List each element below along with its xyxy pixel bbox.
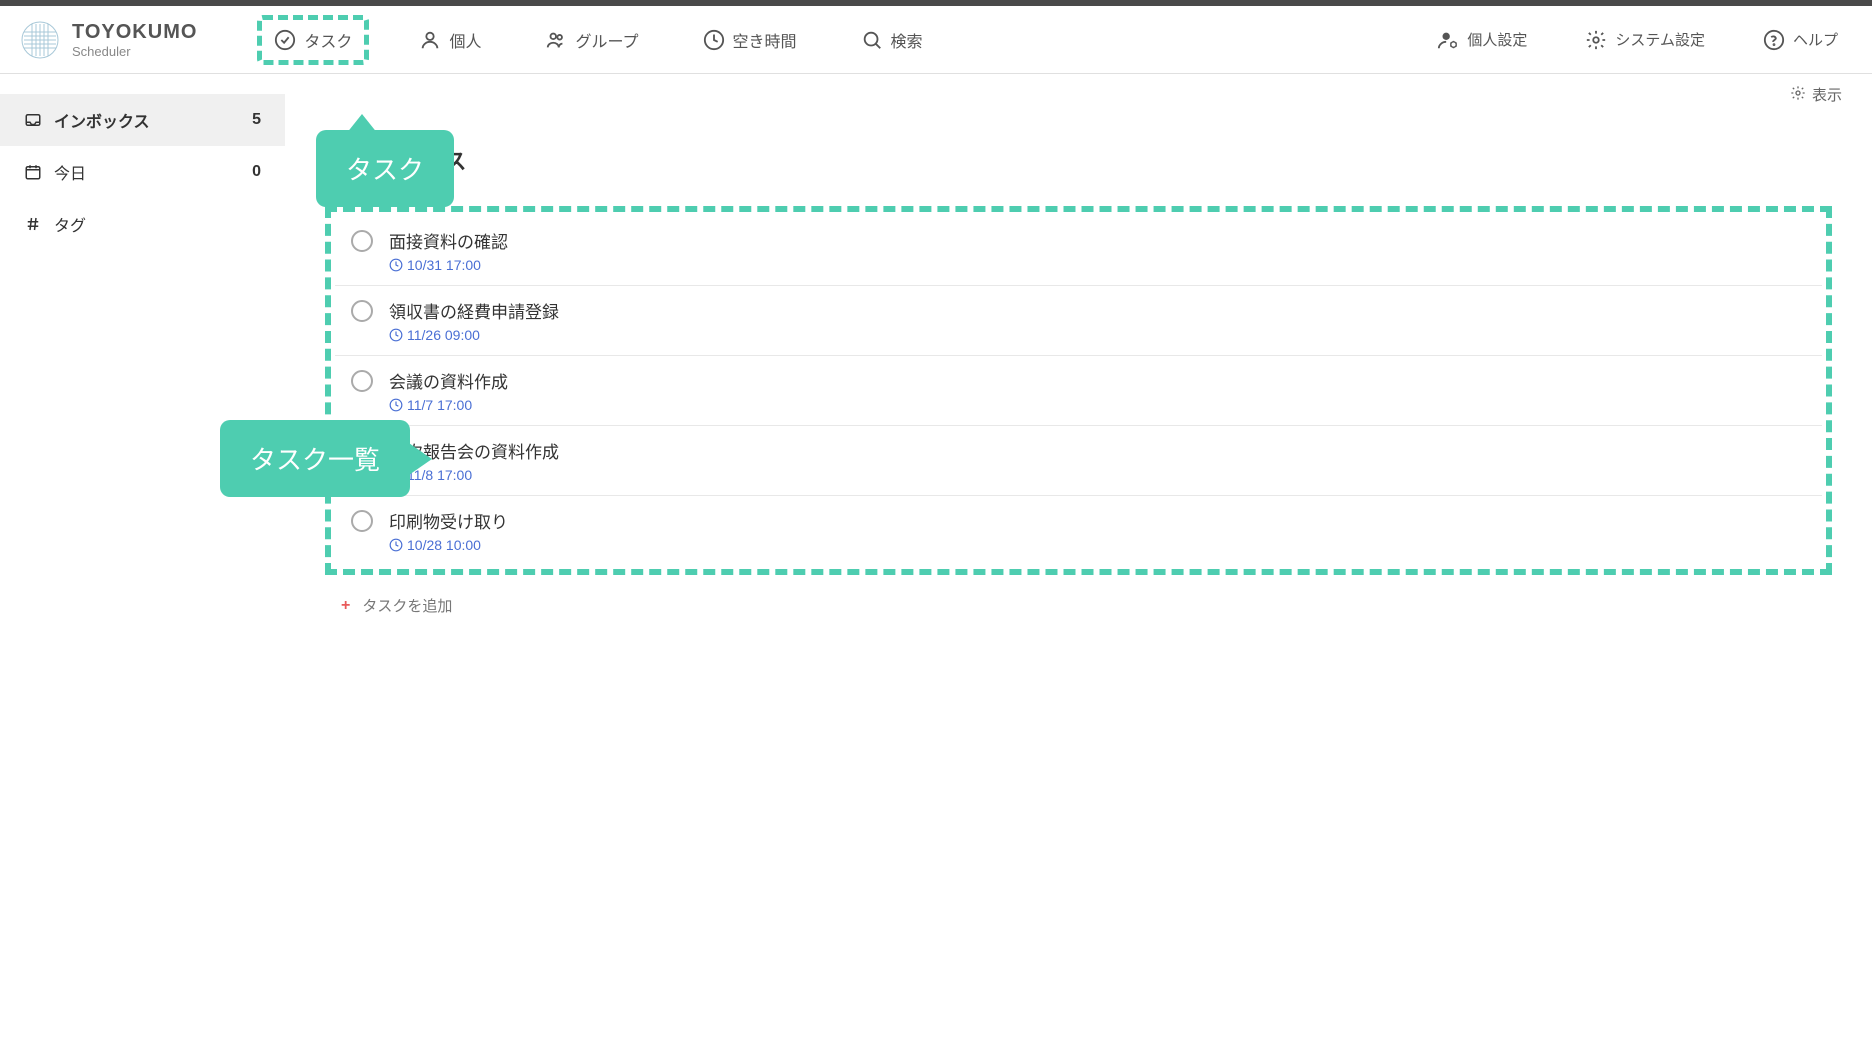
clock-small-icon xyxy=(389,398,403,412)
nav-right: 個人設定 システム設定 ヘルプ xyxy=(1423,19,1852,61)
sidebar-item-today[interactable]: 今日 0 xyxy=(0,146,285,198)
nav-menu: タスク 個人 グループ xyxy=(257,15,1423,65)
add-task-label: タスクを追加 xyxy=(362,595,452,616)
clock-small-icon xyxy=(389,538,403,552)
main-layout: インボックス 5 今日 0 xyxy=(0,74,1872,650)
person-icon xyxy=(419,29,441,51)
nav-personal-settings-label: 個人設定 xyxy=(1467,29,1527,50)
nav-task-label: タスク xyxy=(304,28,352,52)
logo-icon xyxy=(20,20,60,60)
logo-text: TOYOKUMO Scheduler xyxy=(72,21,197,59)
nav-search[interactable]: 検索 xyxy=(847,18,937,62)
task-radio[interactable] xyxy=(351,510,373,532)
task-date: 11/7 17:00 xyxy=(389,397,508,413)
task-row[interactable]: 印刷物受け取り 10/28 10:00 xyxy=(335,496,1822,565)
task-radio[interactable] xyxy=(351,370,373,392)
calendar-icon xyxy=(24,163,42,181)
display-toggle[interactable]: 表示 xyxy=(1790,84,1842,105)
content: 表示 インボックス 面接資料の確認 10/31 17:00 領収書の経費申請登録 xyxy=(285,74,1872,650)
task-list: 面接資料の確認 10/31 17:00 領収書の経費申請登録 11/26 09:… xyxy=(325,206,1832,575)
inbox-icon xyxy=(24,111,42,129)
task-title: 面接資料の確認 xyxy=(389,228,508,253)
logo-brand: TOYOKUMO xyxy=(72,21,197,44)
task-check-icon xyxy=(274,29,296,51)
clock-small-icon xyxy=(389,258,403,272)
task-radio[interactable] xyxy=(351,230,373,252)
nav-freetime-label: 空き時間 xyxy=(733,28,797,52)
task-date: 10/28 10:00 xyxy=(389,537,508,553)
sidebar-item-tag[interactable]: タグ xyxy=(0,198,285,250)
page-title: インボックス xyxy=(335,144,1832,176)
logo-sub: Scheduler xyxy=(72,44,197,59)
nav-search-label: 検索 xyxy=(891,28,923,52)
sidebar-today-label: 今日 xyxy=(54,160,86,184)
plus-icon: + xyxy=(341,597,350,615)
sidebar-inbox-label: インボックス xyxy=(54,108,150,132)
help-icon xyxy=(1763,29,1785,51)
task-date: 11/26 09:00 xyxy=(389,327,559,343)
sidebar: インボックス 5 今日 0 xyxy=(0,74,285,650)
nav-help-label: ヘルプ xyxy=(1793,29,1838,50)
nav-group[interactable]: グループ xyxy=(531,18,652,62)
nav-personal-settings[interactable]: 個人設定 xyxy=(1423,19,1541,61)
nav-personal[interactable]: 個人 xyxy=(405,18,495,62)
sidebar-tag-label: タグ xyxy=(54,212,86,236)
gear-icon xyxy=(1585,29,1607,51)
nav-personal-label: 個人 xyxy=(449,28,481,52)
sidebar-inbox-count: 5 xyxy=(252,111,261,129)
header: TOYOKUMO Scheduler タスク 個人 xyxy=(0,6,1872,74)
task-title: 領収書の経費申請登録 xyxy=(389,298,559,323)
callout-task: タスク xyxy=(316,130,454,207)
sidebar-item-inbox[interactable]: インボックス 5 xyxy=(0,94,285,146)
nav-freetime[interactable]: 空き時間 xyxy=(689,18,811,62)
sidebar-today-count: 0 xyxy=(252,163,261,181)
nav-system-settings-label: システム設定 xyxy=(1615,29,1705,50)
nav-help[interactable]: ヘルプ xyxy=(1749,19,1852,61)
task-row[interactable]: 面接資料の確認 10/31 17:00 xyxy=(335,216,1822,286)
nav-group-label: グループ xyxy=(575,28,638,52)
task-row[interactable]: 会議の資料作成 11/7 17:00 xyxy=(335,356,1822,426)
hash-icon xyxy=(24,215,42,233)
nav-task[interactable]: タスク xyxy=(257,15,369,65)
gear-small-icon xyxy=(1790,85,1806,105)
add-task-button[interactable]: + タスクを追加 xyxy=(325,581,1832,630)
task-row[interactable]: 領収書の経費申請登録 11/26 09:00 xyxy=(335,286,1822,356)
task-radio[interactable] xyxy=(351,300,373,322)
task-date: 10/31 17:00 xyxy=(389,257,508,273)
group-icon xyxy=(545,29,567,51)
clock-icon xyxy=(703,29,725,51)
clock-small-icon xyxy=(389,328,403,342)
task-row[interactable]: 月次報告会の資料作成 11/8 17:00 xyxy=(335,426,1822,496)
logo-area[interactable]: TOYOKUMO Scheduler xyxy=(20,20,197,60)
task-title: 印刷物受け取り xyxy=(389,508,508,533)
callout-list: タスク一覧 xyxy=(220,420,410,497)
display-toggle-label: 表示 xyxy=(1812,84,1842,105)
person-gear-icon xyxy=(1437,29,1459,51)
nav-system-settings[interactable]: システム設定 xyxy=(1571,19,1719,61)
search-icon xyxy=(861,29,883,51)
task-title: 会議の資料作成 xyxy=(389,368,508,393)
